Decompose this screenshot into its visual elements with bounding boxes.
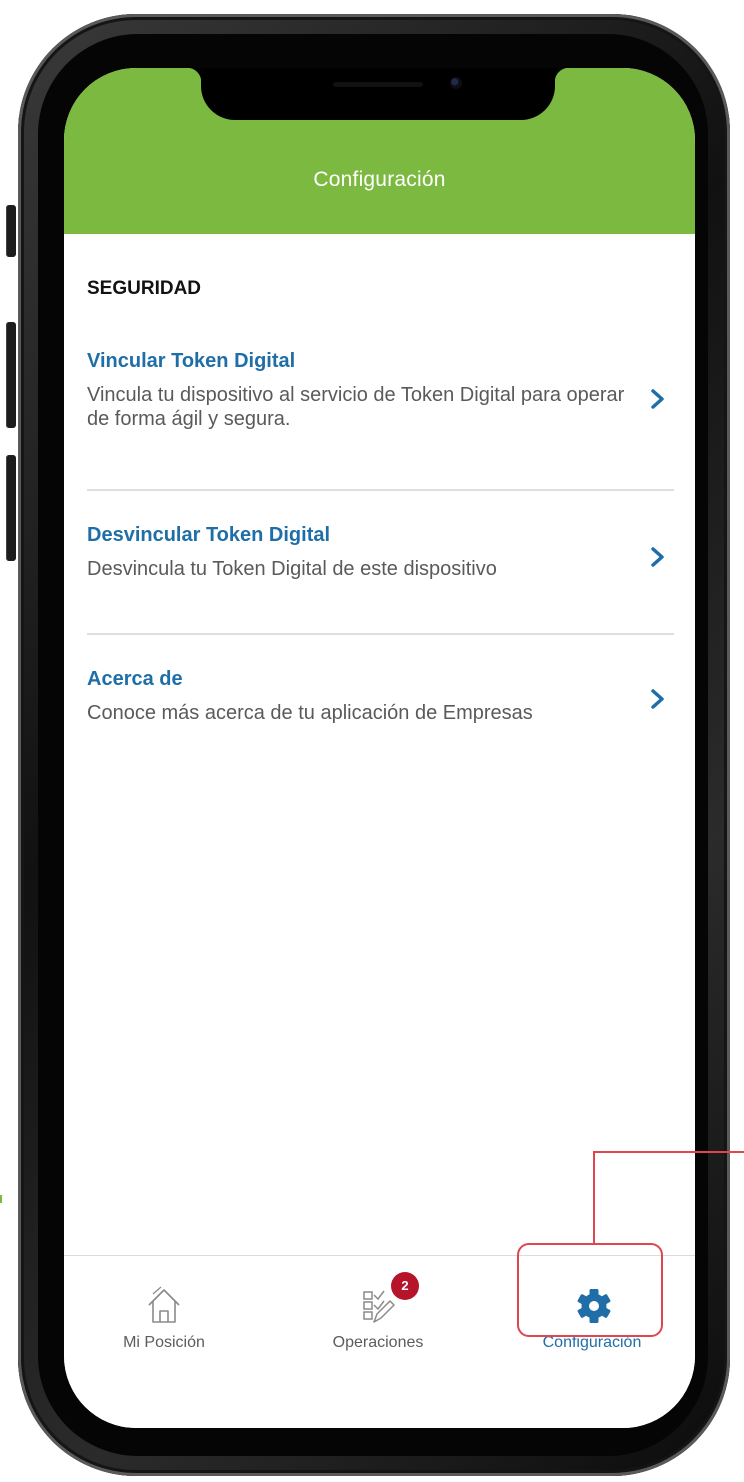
tab-mi-posicion[interactable]: Mi Posición xyxy=(89,1256,239,1356)
speaker-grille xyxy=(333,82,423,87)
phone-notch xyxy=(187,68,569,120)
edge-mark xyxy=(0,1195,2,1203)
annotation-line xyxy=(593,1151,744,1153)
divider xyxy=(87,633,674,635)
annotation-line xyxy=(593,1151,595,1243)
chevron-right-icon xyxy=(651,389,664,409)
menu-item-title: Acerca de xyxy=(87,668,183,690)
tab-label: Operaciones xyxy=(332,1334,424,1351)
menu-item-desvincular-token[interactable]: Desvincular Token Digital Desvincula tu … xyxy=(87,524,674,581)
chevron-right-icon xyxy=(651,547,664,567)
menu-item-description: Vincula tu dispositivo al servicio de To… xyxy=(87,384,625,430)
menu-item-description: Conoce más acerca de tu aplicación de Em… xyxy=(87,702,533,724)
volume-down-button xyxy=(6,455,16,561)
tab-operaciones[interactable]: 2 Operaciones xyxy=(303,1256,453,1356)
chevron-right-icon xyxy=(651,689,664,709)
notification-badge: 2 xyxy=(391,1272,419,1300)
phone-screen: Configuración SEGURIDAD Vincular Token D… xyxy=(64,68,695,1428)
home-icon xyxy=(148,1286,180,1323)
front-camera xyxy=(450,77,462,89)
annotation-highlight-box xyxy=(517,1243,663,1337)
mute-switch xyxy=(6,205,16,257)
menu-item-description: Desvincula tu Token Digital de este disp… xyxy=(87,558,497,580)
operations-checklist-icon xyxy=(363,1290,395,1323)
menu-item-vincular-token[interactable]: Vincular Token Digital Vincula tu dispos… xyxy=(87,350,674,431)
menu-item-acerca-de[interactable]: Acerca de Conoce más acerca de tu aplica… xyxy=(87,668,674,725)
page-title: Configuración xyxy=(313,168,446,191)
divider xyxy=(87,489,674,491)
screenshot-frame: Configuración SEGURIDAD Vincular Token D… xyxy=(0,0,744,1482)
tab-label: Mi Posición xyxy=(123,1334,205,1351)
menu-item-title: Vincular Token Digital xyxy=(87,350,296,372)
volume-up-button xyxy=(6,322,16,428)
menu-item-title: Desvincular Token Digital xyxy=(87,524,331,546)
section-title: SEGURIDAD xyxy=(87,278,202,299)
